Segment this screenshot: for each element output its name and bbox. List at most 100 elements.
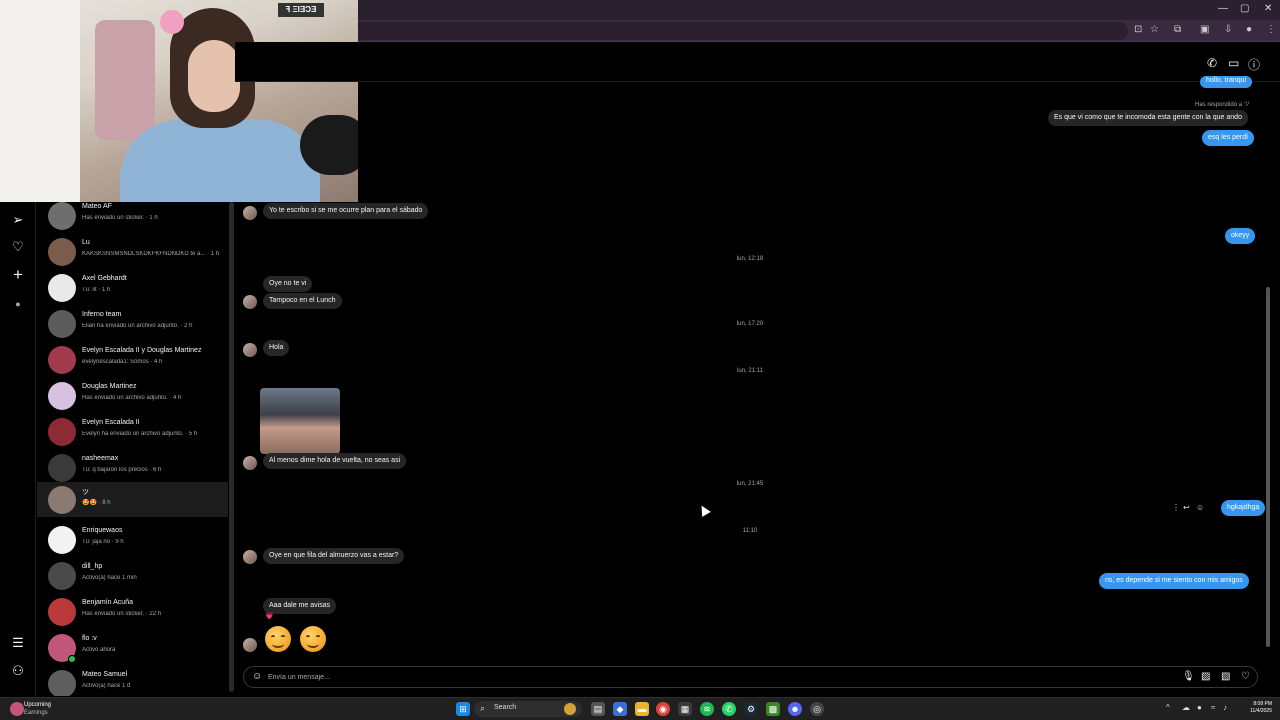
conversation-list-scrollbar[interactable] <box>229 202 234 692</box>
browser-titlebar: — ▢ ✕ <box>358 0 1280 20</box>
app-icon[interactable]: ◎ <box>810 702 824 716</box>
conversation-preview: KAKSKSNSMSNDLSKDKFKFNDNDKD te a... · 1 h <box>82 251 220 257</box>
smiling-emoji[interactable] <box>300 626 326 652</box>
steam-icon[interactable]: ⚙ <box>744 702 758 716</box>
browser-toolbar: ⊡ ☆ ⧉ ▣ ⇩ ● ⋮ <box>358 20 1280 42</box>
more-menu-icon[interactable]: ⋮ <box>1266 24 1276 35</box>
incoming-message[interactable]: Oye no te vi <box>263 276 313 292</box>
avatar <box>243 343 257 357</box>
outgoing-message[interactable]: ns, es depende si me siento con mis amig… <box>1099 573 1249 589</box>
stock-widget-icon[interactable] <box>10 702 24 716</box>
profile-icon[interactable]: ● <box>9 295 27 313</box>
avatar <box>48 274 76 302</box>
sticker-icon[interactable]: ▧ <box>1221 671 1230 682</box>
incoming-message[interactable]: Yo te escribo si se me ocurre plan para … <box>263 203 429 219</box>
conversation-item[interactable]: Axel Gebhardt Tú: lit · 1 h <box>37 270 228 306</box>
conversation-item[interactable]: Evelyn Escalada II y Douglas Martinez ev… <box>37 342 228 378</box>
incoming-message[interactable]: Aaa dale me avisas <box>263 598 337 614</box>
shared-photo[interactable] <box>260 388 340 454</box>
reply-note: Has respondido a ツ <box>1195 102 1250 108</box>
outgoing-message[interactable]: esq les perdí <box>1202 130 1255 146</box>
tray-mic-icon[interactable]: ● <box>1197 703 1202 712</box>
replied-quote[interactable]: Es que vi como que te incomoda esta gent… <box>1048 110 1248 126</box>
image-attach-icon[interactable]: ▨ <box>1201 671 1210 682</box>
conversation-name: Mateo AF <box>82 203 112 210</box>
avatar <box>243 550 257 564</box>
sidebar-icon[interactable]: ▣ <box>1200 24 1209 35</box>
webcam-chair <box>95 20 155 140</box>
conversation-item[interactable]: Evelyn Escalada II Evelyn ha enviado un … <box>37 414 228 450</box>
conversation-item[interactable]: flo :v Activo ahora <box>37 630 228 666</box>
spotify-icon[interactable]: ≋ <box>700 702 714 716</box>
video-call-icon[interactable]: ▭ <box>1228 56 1239 70</box>
minimize-icon[interactable]: — <box>1218 3 1228 14</box>
voice-message-icon[interactable]: 🎙 <box>1182 671 1195 682</box>
react-emoji-icon[interactable]: ☺ <box>1196 503 1204 512</box>
conversation-item[interactable]: Inferno team Elian ha enviado un archivo… <box>37 306 228 342</box>
file-explorer-icon[interactable]: ▬ <box>635 702 649 716</box>
widget-text[interactable]: Upcoming Earnings <box>24 701 51 717</box>
whatsapp-icon[interactable]: ✆ <box>722 702 736 716</box>
bookmark-star-icon[interactable]: ☆ <box>1150 24 1159 35</box>
conversation-item[interactable]: Lu KAKSKSNSMSNDLSKDKFKFNDNDKD te a... · … <box>37 234 228 270</box>
incoming-message[interactable]: Hola <box>263 340 290 356</box>
more-options-icon[interactable]: ⋮ <box>1172 503 1180 512</box>
conversation-item[interactable]: Mateo Samuel Activo(a) hace 1 d <box>37 666 228 696</box>
send-icon[interactable]: ➢ <box>9 211 27 229</box>
system-clock[interactable]: 8:08 PM 11/4/2025 <box>1236 701 1272 715</box>
profile-icon[interactable]: ● <box>1246 24 1252 35</box>
chat-scrollbar-thumb[interactable] <box>1266 287 1270 647</box>
conversation-item[interactable]: nasheemax Tú: q bajaron los precios · 6 … <box>37 450 228 486</box>
windows-start-icon[interactable]: ⊞ <box>456 702 470 716</box>
outgoing-message[interactable]: hollo, tranqui <box>1200 76 1253 88</box>
minecraft-icon[interactable]: ▩ <box>766 702 780 716</box>
discord-icon[interactable]: ☻ <box>788 702 802 716</box>
copilot-icon[interactable]: ◆ <box>613 702 627 716</box>
download-icon[interactable]: ⇩ <box>1224 24 1232 35</box>
store-icon[interactable]: ▦ <box>678 702 692 716</box>
chrome-icon[interactable]: ◉ <box>656 702 670 716</box>
conversation-item-active[interactable]: ツ 🤩🤩 · 8 h <box>37 482 228 517</box>
heart-reaction[interactable]: 💗 <box>265 612 274 620</box>
reply-icon[interactable]: ↩ <box>1183 503 1190 512</box>
conversation-item[interactable]: Benjamín Acuña Has enviado un sticker. ·… <box>37 594 228 630</box>
conversation-name: Axel Gebhardt <box>82 275 127 282</box>
heart-icon[interactable]: ♡ <box>1241 671 1250 682</box>
volume-icon[interactable]: ♪ <box>1223 703 1227 712</box>
info-icon[interactable]: ⓘ <box>1248 56 1260 73</box>
tray-app-icon[interactable]: ☁ <box>1182 703 1190 712</box>
outgoing-message[interactable]: okeyy <box>1225 228 1256 244</box>
emoji-picker-icon[interactable]: ☺ <box>252 671 262 682</box>
conversation-preview: Activo(a) hace 1 min <box>82 575 137 581</box>
apps-icon[interactable]: ⚇ <box>9 662 27 680</box>
maximize-icon[interactable]: ▢ <box>1240 3 1249 14</box>
conversation-item[interactable]: dill_hp Activo(a) hace 1 min <box>37 558 228 594</box>
heart-icon[interactable]: ♡ <box>9 238 27 256</box>
outgoing-message[interactable]: hgkajdhga <box>1221 500 1266 516</box>
close-icon[interactable]: ✕ <box>1264 3 1272 14</box>
plus-icon[interactable]: + <box>9 266 27 284</box>
taskbar-search[interactable]: ⌕ Search <box>474 701 582 717</box>
conversation-item[interactable]: Mateo AF Has enviado un sticker. · 1 h <box>37 202 228 234</box>
message-input[interactable] <box>268 670 1068 684</box>
menu-icon[interactable]: ☰ <box>9 634 27 652</box>
search-label: Search <box>494 704 517 711</box>
wifi-icon[interactable]: ≈ <box>1211 703 1215 712</box>
avatar <box>48 202 76 230</box>
incoming-message[interactable]: Oye en que fila del almuerzo vas a estar… <box>263 548 405 564</box>
incoming-message[interactable]: Tampoco en el Lunch <box>263 293 342 309</box>
phone-call-icon[interactable]: ✆ <box>1207 56 1217 70</box>
address-bar[interactable] <box>358 22 1128 40</box>
smiling-emoji[interactable] <box>265 626 291 652</box>
conversation-item[interactable]: Enriquewaos Tú: jaja no · 9 h <box>37 522 228 558</box>
conversation-list: Mateo AF Has enviado un sticker. · 1 h L… <box>37 202 228 696</box>
incoming-message[interactable]: Al menos dime hola de vuelta, no seas as… <box>263 453 407 469</box>
tray-chevron-icon[interactable]: ^ <box>1166 703 1170 712</box>
install-icon[interactable]: ⊡ <box>1134 24 1142 35</box>
extensions-icon[interactable]: ⧉ <box>1174 24 1181 35</box>
timestamp-separator: lun, 21:11 <box>737 368 763 374</box>
chat-scrollbar[interactable] <box>1266 82 1270 656</box>
conversation-preview: Activo ahora <box>82 647 116 653</box>
conversation-item[interactable]: Douglas Martinez Has enviado un archivo … <box>37 378 228 414</box>
task-view-icon[interactable]: ▤ <box>591 702 605 716</box>
